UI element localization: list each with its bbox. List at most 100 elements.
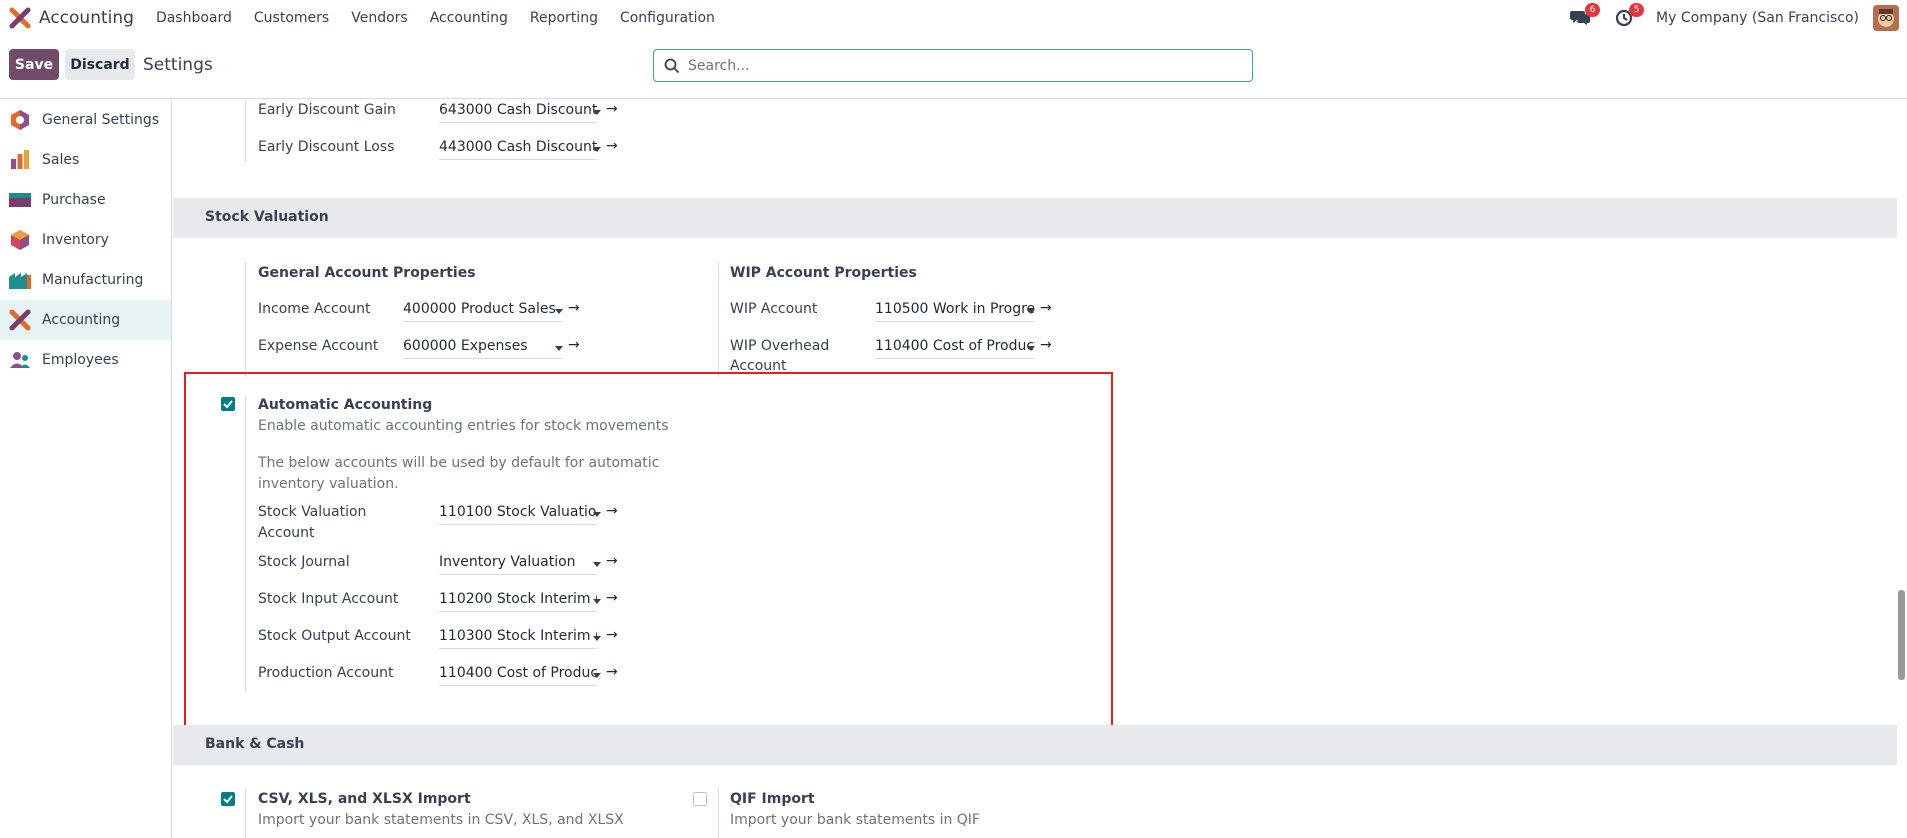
csv-import-checkbox[interactable] <box>221 792 235 806</box>
messages-badge: 6 <box>1585 2 1601 17</box>
stock-input-account-label: Stock Input Account <box>258 591 399 607</box>
stock-output-account-field[interactable]: 110300 Stock Interim (Delivered) <box>439 627 597 649</box>
control-panel: Save Discard Settings <box>0 35 1907 99</box>
wip-account-properties-title: WIP Account Properties <box>730 265 917 281</box>
purchase-icon <box>9 193 31 207</box>
menu-dashboard[interactable]: Dashboard <box>156 10 232 26</box>
sidebar-item-label: General Settings <box>42 112 160 128</box>
avatar-face-icon <box>1873 4 1899 31</box>
section-header-stock-valuation: Stock Valuation <box>173 198 1897 238</box>
checkmark-icon <box>223 400 233 409</box>
divider <box>245 788 246 838</box>
sidebar-item-purchase[interactable]: Purchase <box>0 180 171 220</box>
automatic-accounting-checkbox[interactable] <box>221 397 235 411</box>
qif-import-description: Import your bank statements in QIF <box>730 812 980 828</box>
sidebar-item-label: Employees <box>42 352 119 368</box>
activities-button[interactable]: 5 <box>1612 2 1645 30</box>
qif-import-title: QIF Import <box>730 791 815 807</box>
menu-vendors[interactable]: Vendors <box>351 10 407 26</box>
wip-account-label: WIP Account <box>730 301 818 317</box>
arrow-right-icon[interactable]: → <box>606 138 618 154</box>
stock-input-account-field[interactable]: 110200 Stock Interim (Received) <box>439 590 597 612</box>
search-input[interactable] <box>688 57 1238 74</box>
chevron-down-icon[interactable] <box>593 512 601 517</box>
stock-valuation-account-label: Stock Valuation <box>258 504 367 520</box>
arrow-right-icon[interactable]: → <box>1040 337 1052 353</box>
income-account-label: Income Account <box>258 301 371 317</box>
chevron-down-icon[interactable] <box>593 636 601 641</box>
early-discount-loss-field[interactable]: 443000 Cash Discount Loss <box>439 138 597 160</box>
chevron-down-icon[interactable] <box>593 599 601 604</box>
stock-valuation-account-field[interactable]: 110100 Stock Valuation <box>439 503 597 525</box>
divider <box>245 100 246 162</box>
chevron-down-icon[interactable] <box>555 309 563 314</box>
chevron-down-icon[interactable] <box>1027 346 1035 351</box>
early-discount-loss-label: Early Discount Loss <box>258 139 395 155</box>
sidebar-item-accounting[interactable]: Accounting <box>0 300 171 340</box>
chevron-down-icon[interactable] <box>593 562 601 567</box>
menu-accounting[interactable]: Accounting <box>430 10 508 26</box>
stock-journal-field[interactable]: Inventory Valuation <box>439 553 597 575</box>
wip-account-field[interactable]: 110500 Work in Progress <box>875 300 1035 322</box>
app-title: Accounting <box>39 7 134 28</box>
chevron-down-icon[interactable] <box>593 673 601 678</box>
checkmark-icon <box>223 795 233 804</box>
divider <box>718 788 719 838</box>
arrow-right-icon[interactable]: → <box>606 627 618 643</box>
arrow-right-icon[interactable]: → <box>568 300 580 316</box>
arrow-right-icon[interactable]: → <box>606 664 618 680</box>
chevron-down-icon[interactable] <box>593 110 601 115</box>
production-account-label: Production Account <box>258 665 394 681</box>
general-account-properties-title: General Account Properties <box>258 265 476 281</box>
scrollbar-thumb[interactable] <box>1898 590 1905 680</box>
production-account-field[interactable]: 110400 Cost of Production <box>439 664 597 686</box>
sidebar-item-employees[interactable]: Employees <box>0 340 171 380</box>
expense-account-label: Expense Account <box>258 338 379 354</box>
accounting-app-icon <box>9 7 31 28</box>
sidebar-item-manufacturing[interactable]: Manufacturing <box>0 260 171 300</box>
arrow-right-icon[interactable]: → <box>606 590 618 606</box>
divider <box>245 395 246 693</box>
stock-output-account-label: Stock Output Account <box>258 628 411 644</box>
menu-customers[interactable]: Customers <box>254 10 329 26</box>
chevron-down-icon[interactable] <box>593 147 601 152</box>
activities-badge: 5 <box>1629 2 1645 17</box>
company-switcher[interactable]: My Company (San Francisco) <box>1656 10 1859 26</box>
sidebar-item-inventory[interactable]: Inventory <box>0 220 171 260</box>
arrow-right-icon[interactable]: → <box>606 101 618 117</box>
income-account-field[interactable]: 400000 Product Sales <box>403 300 563 322</box>
manufacturing-icon <box>9 273 31 289</box>
arrow-right-icon[interactable]: → <box>1040 300 1052 316</box>
messages-button[interactable]: 6 <box>1568 2 1601 30</box>
settings-content: Early Discount Gain 643000 Cash Discount… <box>173 100 1897 838</box>
early-discount-gain-field[interactable]: 643000 Cash Discount Gain <box>439 101 597 123</box>
sidebar-item-label: Sales <box>42 152 80 168</box>
arrow-right-icon[interactable]: → <box>568 337 580 353</box>
sidebar-item-sales[interactable]: Sales <box>0 140 171 180</box>
top-navbar: Accounting Dashboard Customers Vendors A… <box>0 0 1907 35</box>
sales-icon <box>11 150 29 169</box>
arrow-right-icon[interactable]: → <box>606 503 618 519</box>
qif-import-checkbox[interactable] <box>693 792 707 806</box>
user-avatar[interactable] <box>1873 4 1899 31</box>
expense-account-field[interactable]: 600000 Expenses <box>403 337 563 359</box>
app-brand[interactable]: Accounting <box>9 7 156 29</box>
save-button[interactable]: Save <box>9 49 59 80</box>
csv-import-title: CSV, XLS, and XLSX Import <box>258 791 471 807</box>
search-bar[interactable] <box>653 49 1253 82</box>
sidebar-item-label: Accounting <box>42 312 121 328</box>
sidebar-item-label: Manufacturing <box>42 272 144 288</box>
wip-overhead-account-field[interactable]: 110400 Cost of Production <box>875 337 1035 359</box>
chevron-down-icon[interactable] <box>1027 309 1035 314</box>
discard-button[interactable]: Discard <box>65 49 135 80</box>
sidebar-item-general-settings[interactable]: General Settings <box>0 100 171 140</box>
automatic-accounting-description: Enable automatic accounting entries for … <box>258 418 669 434</box>
menu-configuration[interactable]: Configuration <box>620 10 715 26</box>
arrow-right-icon[interactable]: → <box>606 553 618 569</box>
menu-reporting[interactable]: Reporting <box>530 10 598 26</box>
chevron-down-icon[interactable] <box>555 346 563 351</box>
divider <box>718 262 719 377</box>
wip-overhead-label-line2: Account <box>730 358 787 374</box>
general-settings-icon <box>11 110 29 130</box>
sidebar-item-label: Purchase <box>42 192 106 208</box>
